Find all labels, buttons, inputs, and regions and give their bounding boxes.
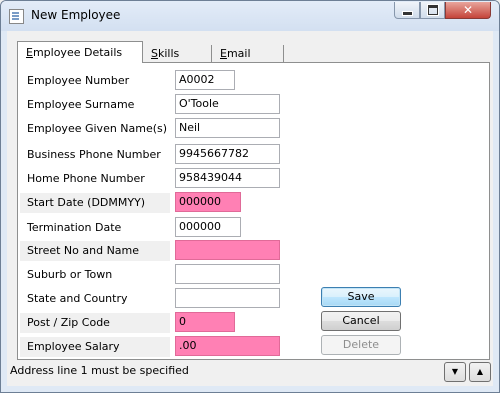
close-icon: ✕: [462, 3, 474, 17]
postcode-field[interactable]: 0: [175, 312, 235, 332]
status-bar: Address line 1 must be specified ▼ ▲: [7, 358, 493, 386]
employee-number-field[interactable]: A0002: [175, 70, 235, 90]
employee-number-label: Employee Number: [27, 74, 130, 87]
home-phone-label: Home Phone Number: [27, 172, 145, 185]
home-phone-field[interactable]: 958439044: [175, 168, 280, 188]
status-message: Address line 1 must be specified: [10, 364, 189, 377]
tab-skills[interactable]: Skills: [143, 45, 212, 62]
salary-label: Employee Salary: [20, 337, 170, 357]
tab-label: mail: [226, 47, 251, 60]
business-phone-label: Business Phone Number: [27, 148, 161, 161]
maximize-icon: [427, 5, 438, 15]
tab-employee-details[interactable]: Employee Details: [17, 41, 143, 63]
start-date-label: Start Date (DDMMYY): [20, 193, 170, 213]
window-client: Employee Details Skills Email Employee N…: [7, 31, 493, 386]
tab-email[interactable]: Email: [212, 45, 284, 62]
scroll-down-button[interactable]: ▼: [444, 362, 466, 382]
close-button[interactable]: ✕: [445, 2, 491, 19]
triangle-down-icon: ▼: [451, 367, 459, 376]
employee-window: New Employee ✕ Employee Details Skills E…: [0, 0, 500, 393]
state-country-field[interactable]: [175, 288, 280, 308]
salary-field[interactable]: .00: [175, 336, 280, 356]
given-names-field[interactable]: Neil: [175, 118, 280, 138]
business-phone-field[interactable]: 9945667782: [175, 144, 280, 164]
tab-mnemonic: E: [220, 47, 227, 60]
tab-label: kills: [157, 47, 180, 60]
street-label: Street No and Name: [20, 241, 170, 261]
given-names-label: Employee Given Name(s): [27, 122, 168, 135]
tab-mnemonic: S: [151, 47, 158, 60]
state-country-label: State and Country: [27, 292, 128, 305]
termination-date-field[interactable]: 000000: [175, 217, 241, 237]
start-date-field[interactable]: 000000: [175, 192, 241, 212]
suburb-field[interactable]: [175, 264, 280, 284]
postcode-label: Post / Zip Code: [20, 313, 170, 333]
triangle-up-icon: ▲: [476, 367, 484, 376]
tab-mnemonic: E: [26, 46, 33, 59]
maximize-button[interactable]: [420, 2, 445, 19]
minimize-icon: [401, 10, 413, 16]
termination-date-label: Termination Date (DDMMYY): [27, 221, 122, 254]
app-icon: [9, 9, 24, 24]
scroll-up-button[interactable]: ▲: [469, 362, 491, 382]
employee-details-page: Employee Number A0002 Employee Surname O…: [17, 62, 490, 360]
surname-label: Employee Surname: [27, 98, 135, 111]
save-button[interactable]: Save: [321, 287, 401, 307]
cancel-button[interactable]: Cancel: [321, 311, 401, 331]
tab-label: mployee Details: [32, 46, 123, 59]
title-bar[interactable]: New Employee ✕: [1, 1, 499, 31]
window-title: New Employee: [31, 8, 121, 22]
surname-field[interactable]: O'Toole: [175, 94, 280, 114]
street-field[interactable]: [175, 240, 280, 260]
minimize-button[interactable]: [394, 2, 420, 19]
delete-button[interactable]: Delete: [321, 335, 401, 355]
suburb-label: Suburb or Town: [27, 268, 113, 281]
